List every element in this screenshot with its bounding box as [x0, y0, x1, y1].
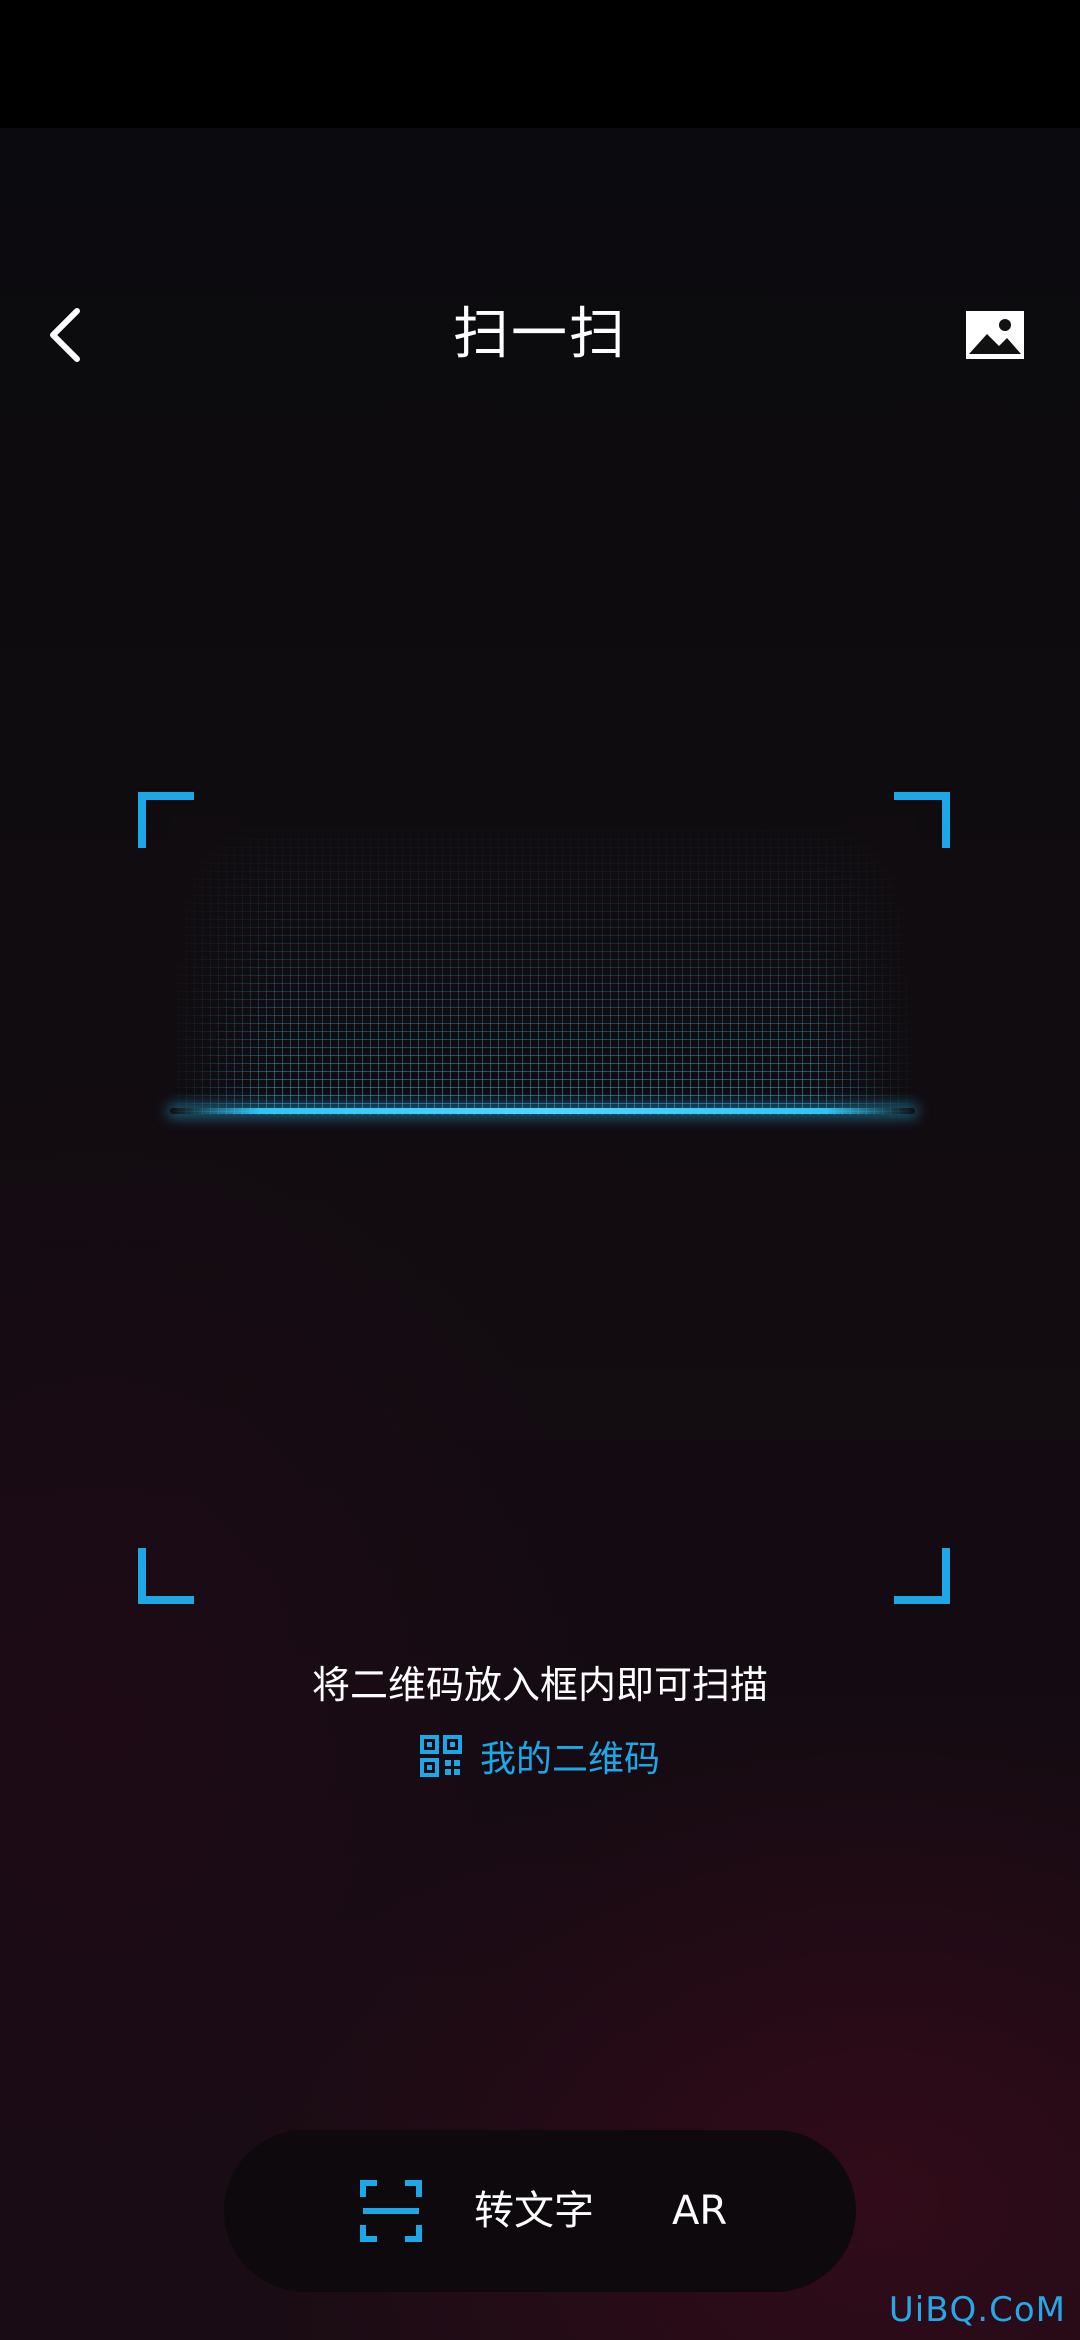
gallery-button[interactable]: [960, 300, 1030, 370]
scan-grid-fade: [170, 815, 915, 1115]
scan-frame-corner-top-right: [894, 792, 950, 848]
scan-hint-text: 将二维码放入框内即可扫描: [311, 1663, 768, 1707]
my-qr-code-link[interactable]: 我的二维码: [420, 1726, 660, 1786]
page-title: 扫一扫: [453, 302, 627, 367]
scan-frame-corner-bottom-left: [138, 1548, 194, 1604]
scan-frame-corner-top-left: [138, 792, 194, 848]
scan-line: [170, 1108, 915, 1114]
my-qr-code-label: 我的二维码: [480, 1739, 661, 1780]
scan-frame-icon: [360, 2180, 422, 2242]
watermark-text: UiBQ.CoM: [888, 2290, 1066, 2330]
status-bar: [0, 0, 1080, 128]
mode-ar-button[interactable]: AR: [672, 2180, 727, 2242]
image-gallery-icon: [966, 311, 1024, 359]
scan-screen: 扫一扫 将二维码放入框内即可扫描 我的二维码 转文字 AR UiBQ.CoM: [0, 0, 1080, 2340]
scan-frame-corner-bottom-right: [894, 1548, 950, 1604]
mode-scan-button[interactable]: [350, 2170, 432, 2252]
mode-text-button[interactable]: 转文字: [474, 2180, 594, 2242]
qr-code-icon: [420, 1735, 462, 1777]
mode-switcher: 转文字 AR: [224, 2130, 856, 2292]
